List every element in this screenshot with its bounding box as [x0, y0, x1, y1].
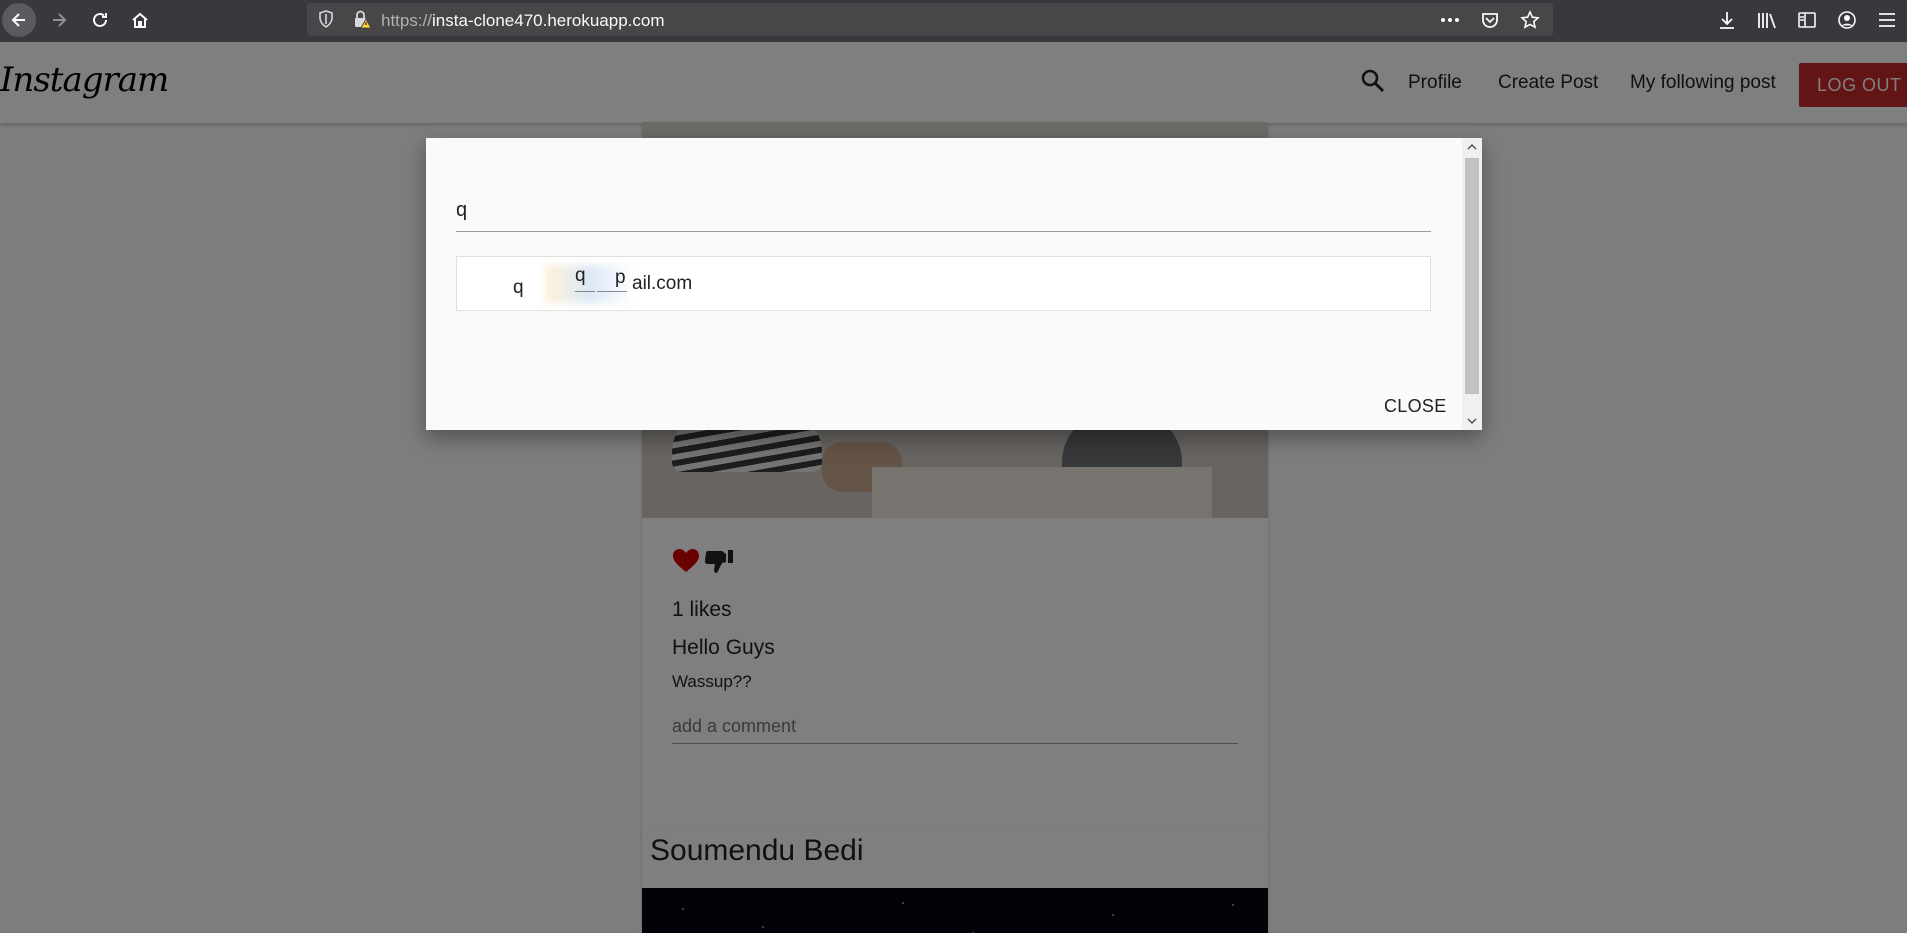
downloads-icon[interactable] [1707, 3, 1747, 37]
result-fragment: q [575, 265, 586, 286]
forward-icon[interactable] [42, 3, 76, 37]
result-fragment: q [513, 277, 524, 298]
search-modal: q q p ail.com CLOSE [426, 138, 1482, 430]
scroll-thumb[interactable] [1465, 158, 1479, 394]
insecure-lock-icon[interactable] [352, 10, 372, 30]
redaction-line [575, 291, 595, 292]
bookmark-star-icon[interactable] [1519, 9, 1541, 31]
url-scheme: https:// [381, 11, 433, 30]
tracking-shield-icon[interactable] [318, 10, 334, 28]
url-text: https://insta-clone470.herokuapp.com [381, 11, 665, 31]
url-host: insta-clone470.herokuapp.com [432, 11, 665, 30]
url-actions [1439, 9, 1541, 31]
search-results: q q p ail.com [456, 256, 1431, 311]
url-bar[interactable]: https://insta-clone470.herokuapp.com [307, 3, 1553, 36]
search-input[interactable] [456, 190, 1431, 232]
result-fragment: p [615, 267, 626, 288]
scroll-up-icon[interactable] [1462, 138, 1482, 156]
browser-toolbar: https://insta-clone470.herokuapp.com [0, 0, 1907, 42]
result-email: ail.com [632, 273, 693, 294]
back-icon[interactable] [2, 3, 36, 37]
search-result-text: q q p ail.com [475, 257, 1413, 310]
sidebar-icon[interactable] [1787, 3, 1827, 37]
search-result-item[interactable]: q q p ail.com [475, 257, 1413, 310]
modal-scrollbar[interactable] [1462, 138, 1482, 430]
scroll-down-icon[interactable] [1462, 412, 1482, 430]
close-button[interactable]: CLOSE [1384, 396, 1447, 417]
home-icon[interactable] [123, 3, 157, 37]
library-icon[interactable] [1747, 3, 1787, 37]
toolbar-right [1707, 3, 1907, 37]
menu-icon[interactable] [1867, 3, 1907, 37]
reload-icon[interactable] [83, 3, 117, 37]
redaction-line [597, 291, 627, 292]
account-icon[interactable] [1827, 3, 1867, 37]
page-actions-icon[interactable] [1439, 9, 1461, 31]
pocket-icon[interactable] [1479, 9, 1501, 31]
